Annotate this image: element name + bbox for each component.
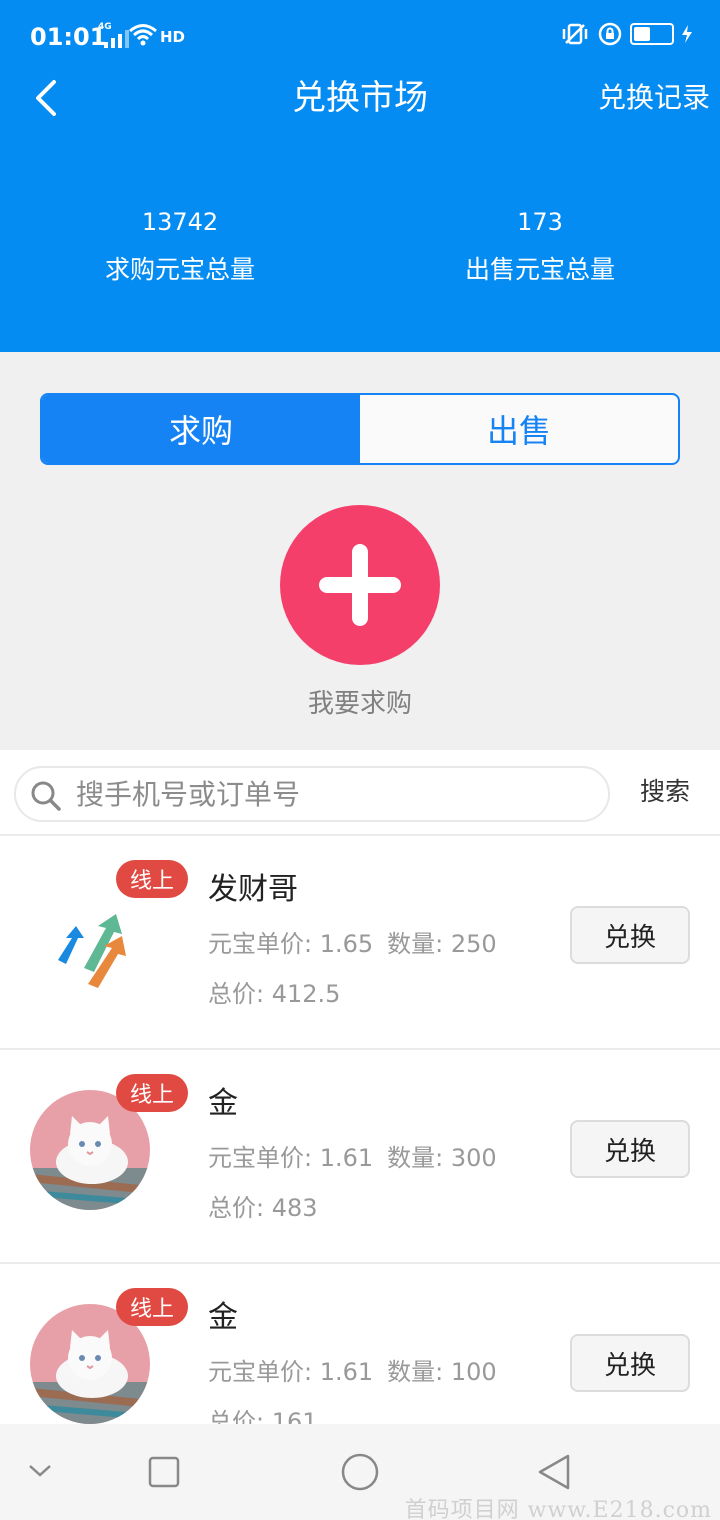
search-placeholder: 搜手机号或订单号: [76, 778, 301, 811]
battery-icon: [630, 23, 674, 45]
circle-icon: [341, 1453, 379, 1491]
signal-icon: [104, 24, 129, 48]
total-price: 总价: 161: [208, 1408, 318, 1424]
quantity: 数量: 250: [387, 930, 497, 958]
listing-info: 元宝单价: 1.65 数量: 250: [208, 926, 497, 962]
tab-switcher: 求购 出售: [40, 393, 680, 465]
charging-icon: [682, 25, 692, 43]
wifi-icon: [129, 24, 157, 46]
exchange-button[interactable]: 兑换: [570, 1334, 690, 1392]
unit-price: 元宝单价: 1.61: [208, 1358, 374, 1386]
stat-label: 求购元宝总量: [104, 255, 255, 284]
search-input[interactable]: 搜手机号或订单号: [14, 766, 610, 822]
nav-home-button[interactable]: [340, 1452, 380, 1496]
add-buy-request-button[interactable]: [280, 505, 440, 665]
stat-value: 13742: [141, 208, 219, 236]
status-time: 01:01: [30, 23, 107, 51]
unit-price: 元宝单价: 1.61: [208, 1144, 374, 1172]
nav-back-button[interactable]: [536, 1452, 572, 1496]
status-right: [560, 22, 692, 46]
triangle-back-icon: [538, 1454, 570, 1490]
stat-sell-total: 173 出售元宝总量: [390, 204, 690, 288]
seller-name: 发财哥: [208, 872, 298, 907]
listing-panel: 搜手机号或订单号 搜索 线上 发财哥 元宝单价: 1.65 数量: 250 总价:…: [0, 750, 720, 1424]
hd-indicator: HD: [160, 28, 186, 46]
chevron-down-icon: [29, 1465, 51, 1477]
list-item: 线上 金 元宝单价: 1.61 数量: 300 总价: 483 兑换: [0, 1050, 720, 1264]
list-item: 线上 金 元宝单价: 1.61 数量: 100 总价: 161 兑换: [0, 1264, 720, 1424]
nav-hide-button[interactable]: [26, 1460, 54, 1484]
unit-price: 元宝单价: 1.65: [208, 930, 374, 958]
listing-info: 元宝单价: 1.61 数量: 100: [208, 1354, 497, 1390]
seller-name: 金: [208, 1086, 238, 1121]
watermark: 首码项目网 www.E218.com: [404, 1498, 712, 1520]
online-badge: 线上: [116, 1074, 188, 1112]
quantity: 数量: 300: [387, 1144, 497, 1172]
online-badge: 线上: [116, 860, 188, 898]
list-item: 线上 发财哥 元宝单价: 1.65 数量: 250 总价: 412.5 兑换: [0, 836, 720, 1050]
total-price: 总价: 483: [208, 1194, 318, 1222]
stat-label: 出售元宝总量: [464, 255, 615, 284]
seller-name: 金: [208, 1300, 238, 1335]
nav-recents-button[interactable]: [148, 1456, 180, 1492]
search-icon: [31, 781, 61, 811]
listing-info: 元宝单价: 1.61 数量: 300: [208, 1140, 497, 1176]
status-bar: 01:01 4G HD: [0, 0, 720, 72]
square-icon: [148, 1456, 180, 1488]
stat-buy-total: 13742 求购元宝总量: [30, 204, 330, 288]
exchange-button[interactable]: 兑换: [570, 906, 690, 964]
search-button[interactable]: 搜索: [640, 774, 690, 810]
vibrate-icon: [562, 23, 588, 45]
stat-value: 173: [517, 208, 563, 236]
exchange-record-link[interactable]: 兑换记录: [598, 78, 710, 118]
tab-buy[interactable]: 求购: [42, 395, 360, 463]
header: 01:01 4G HD 兑换市场 兑换记录 13742 求购元宝总量 173 出…: [0, 0, 720, 352]
online-badge: 线上: [116, 1288, 188, 1326]
total-price: 总价: 412.5: [208, 980, 341, 1008]
tab-sell[interactable]: 出售: [360, 395, 678, 463]
exchange-button[interactable]: 兑换: [570, 1120, 690, 1178]
lock-rotation-icon: [598, 22, 622, 46]
system-nav-bar: 首码项目网 www.E218.com: [0, 1424, 720, 1520]
add-buy-request-label: 我要求购: [307, 689, 412, 719]
quantity: 数量: 100: [387, 1358, 497, 1386]
